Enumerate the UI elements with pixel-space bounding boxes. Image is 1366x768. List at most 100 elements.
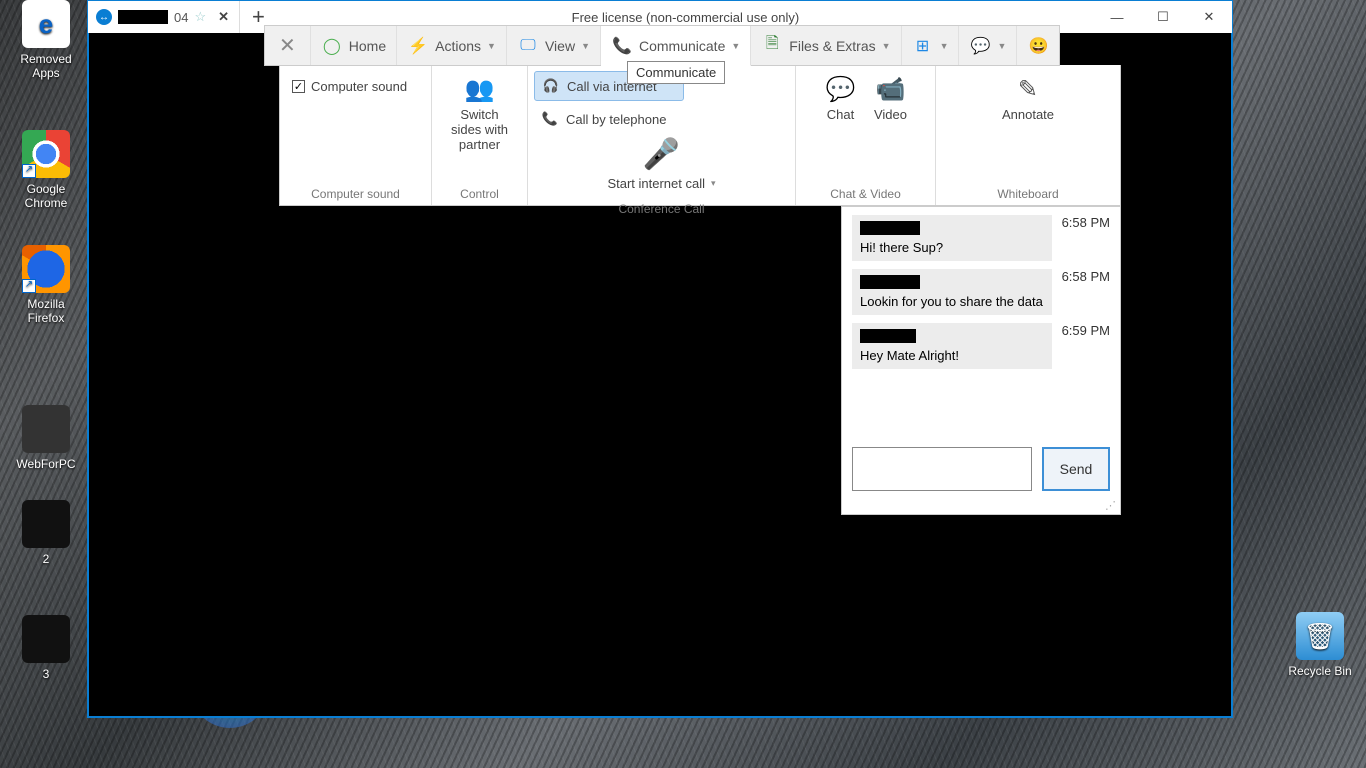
desktop-icon-firefox[interactable]: Mozilla Firefox — [8, 245, 84, 325]
button-label: Call by telephone — [566, 112, 666, 127]
start-internet-call-button[interactable]: Start internet call ▾ — [603, 174, 719, 193]
message-time: 6:59 PM — [1062, 323, 1110, 369]
chevron-down-icon: ▼ — [882, 41, 891, 51]
tab-label: Home — [349, 38, 386, 54]
resize-handle[interactable]: ⋰ — [842, 499, 1120, 514]
icon-label: 3 — [43, 667, 50, 681]
windows-icon: ⊞ — [912, 35, 934, 57]
close-window-button[interactable]: ✕ — [1186, 1, 1232, 33]
button-label: Start internet call — [607, 176, 705, 191]
chevron-down-icon: ▼ — [997, 41, 1006, 51]
icon-label: 2 — [43, 552, 50, 566]
annotate-button[interactable]: ✎ Annotate — [996, 71, 1060, 126]
teamviewer-window: ↔ 04 ☆ ✕ + Free license (non-commercial … — [87, 0, 1233, 718]
switch-sides-button[interactable]: 👥 Switch sides with partner — [438, 71, 521, 156]
button-label: Video — [874, 107, 907, 122]
phone-bubble-icon: 📞 — [611, 35, 633, 57]
files-icon: 🗎 — [761, 35, 783, 57]
icon-label: Mozilla Firefox — [27, 297, 64, 325]
message-text: Lookin for you to share the data — [860, 294, 1044, 309]
chat-message: Lookin for you to share the data 6:58 PM — [852, 269, 1110, 315]
group-label: Chat & Video — [796, 184, 935, 205]
emoji-button[interactable]: 😀 — [1017, 26, 1059, 65]
lightning-icon: ⚡ — [407, 35, 429, 57]
tab-title-redacted — [118, 10, 168, 24]
desktop-icon-chrome[interactable]: Google Chrome — [8, 130, 84, 210]
speech-bubble-icon: 💬 — [969, 35, 991, 57]
favorite-star-icon[interactable]: ☆ — [194, 9, 206, 25]
chat-message: Hi! there Sup? 6:58 PM — [852, 215, 1110, 261]
tab-view[interactable]: 🖵 View ▼ — [507, 26, 601, 65]
microphone-icon: 🎤 — [643, 137, 680, 172]
group-label: Conference Call — [528, 199, 795, 220]
message-time: 6:58 PM — [1062, 269, 1110, 315]
toolbar-tabs: ✕ ◯ Home ⚡ Actions ▼ 🖵 View ▼ 📞 Communicate ▼ 🗎… — [264, 25, 1060, 66]
chevron-down-icon: ▼ — [581, 41, 590, 51]
chat-icon: 💬 — [824, 75, 858, 103]
tab-label: Actions — [435, 38, 481, 54]
chat-message: Hey Mate Alright! 6:59 PM — [852, 323, 1110, 369]
monitor-icon: 🖵 — [517, 35, 539, 57]
message-time: 6:58 PM — [1062, 215, 1110, 261]
maximize-button[interactable]: ☐ — [1140, 1, 1186, 33]
home-icon: ◯ — [321, 35, 343, 57]
headset-icon: 🎧 — [541, 76, 561, 96]
session-tab[interactable]: ↔ 04 ☆ ✕ — [88, 1, 240, 33]
icon-label: WebForPC — [16, 457, 75, 471]
minimize-button[interactable]: — — [1094, 1, 1140, 33]
sender-redacted — [860, 221, 920, 235]
chat-button[interactable]: 💬 Chat — [818, 71, 864, 126]
pencil-icon: ✎ — [1011, 75, 1045, 103]
desktop-icon-folder-3[interactable]: 3 — [8, 615, 84, 681]
telephone-icon: 📞 — [540, 109, 560, 129]
tab-label: View — [545, 38, 575, 54]
people-swap-icon: 👥 — [463, 75, 497, 103]
desktop-icon-folder-2[interactable]: 2 — [8, 500, 84, 566]
message-text: Hi! there Sup? — [860, 240, 1044, 255]
icon-label: Removed Apps — [20, 52, 71, 80]
desktop-icon-edge[interactable]: eRemoved Apps — [8, 0, 84, 80]
icon-label: Recycle Bin — [1288, 664, 1351, 678]
windows-shortcuts-button[interactable]: ⊞▼ — [902, 26, 960, 65]
feedback-button[interactable]: 💬▼ — [959, 26, 1017, 65]
desktop-icon-webforpc[interactable]: WebForPC — [8, 405, 84, 471]
group-label: Whiteboard — [936, 184, 1120, 205]
group-label: Control — [432, 184, 527, 205]
chevron-down-icon: ▾ — [711, 178, 716, 189]
chat-input[interactable] — [852, 447, 1032, 491]
icon-label: Google Chrome — [25, 182, 68, 210]
tab-communicate[interactable]: 📞 Communicate ▼ — [601, 26, 751, 66]
group-label: Computer sound — [280, 184, 431, 205]
window-title: Free license (non-commercial use only) — [277, 10, 1094, 25]
tab-files-extras[interactable]: 🗎 Files & Extras ▼ — [751, 26, 901, 65]
desktop: PC eRemoved Apps Google Chrome Mozilla F… — [0, 0, 1366, 768]
checkbox-label: Computer sound — [311, 79, 407, 94]
sender-redacted — [860, 329, 916, 343]
button-label: Annotate — [1002, 107, 1054, 122]
message-text: Hey Mate Alright! — [860, 348, 1044, 363]
button-label: Chat — [827, 107, 854, 122]
ribbon-communicate: ✓Computer sound Computer sound 👥 Switch s… — [279, 65, 1121, 206]
call-by-telephone-button[interactable]: 📞 Call by telephone — [534, 105, 684, 133]
video-icon: 📹 — [874, 75, 908, 103]
video-button[interactable]: 📹 Video — [868, 71, 914, 126]
desktop-icon-recycle-bin[interactable]: 🗑Recycle Bin — [1282, 612, 1358, 678]
chat-panel: Hi! there Sup? 6:58 PM Lookin for you to… — [841, 206, 1121, 515]
teamviewer-icon: ↔ — [96, 9, 112, 25]
button-label: Switch sides with partner — [444, 107, 515, 152]
tab-close-button[interactable]: ✕ — [212, 9, 235, 25]
sender-redacted — [860, 275, 920, 289]
smiley-icon: 😀 — [1027, 35, 1049, 57]
tab-actions[interactable]: ⚡ Actions ▼ — [397, 26, 507, 65]
send-button[interactable]: Send — [1042, 447, 1110, 491]
chevron-down-icon: ▼ — [487, 41, 496, 51]
toolbar-close-button[interactable]: ✕ — [265, 26, 311, 65]
tab-home[interactable]: ◯ Home — [311, 26, 397, 65]
tab-label: Communicate — [639, 38, 725, 54]
chevron-down-icon: ▼ — [940, 41, 949, 51]
tooltip-communicate: Communicate — [627, 61, 725, 84]
chevron-down-icon: ▼ — [731, 41, 740, 51]
tab-label: Files & Extras — [789, 38, 875, 54]
computer-sound-checkbox[interactable]: ✓Computer sound — [286, 75, 413, 98]
tab-title-suffix: 04 — [174, 10, 188, 25]
